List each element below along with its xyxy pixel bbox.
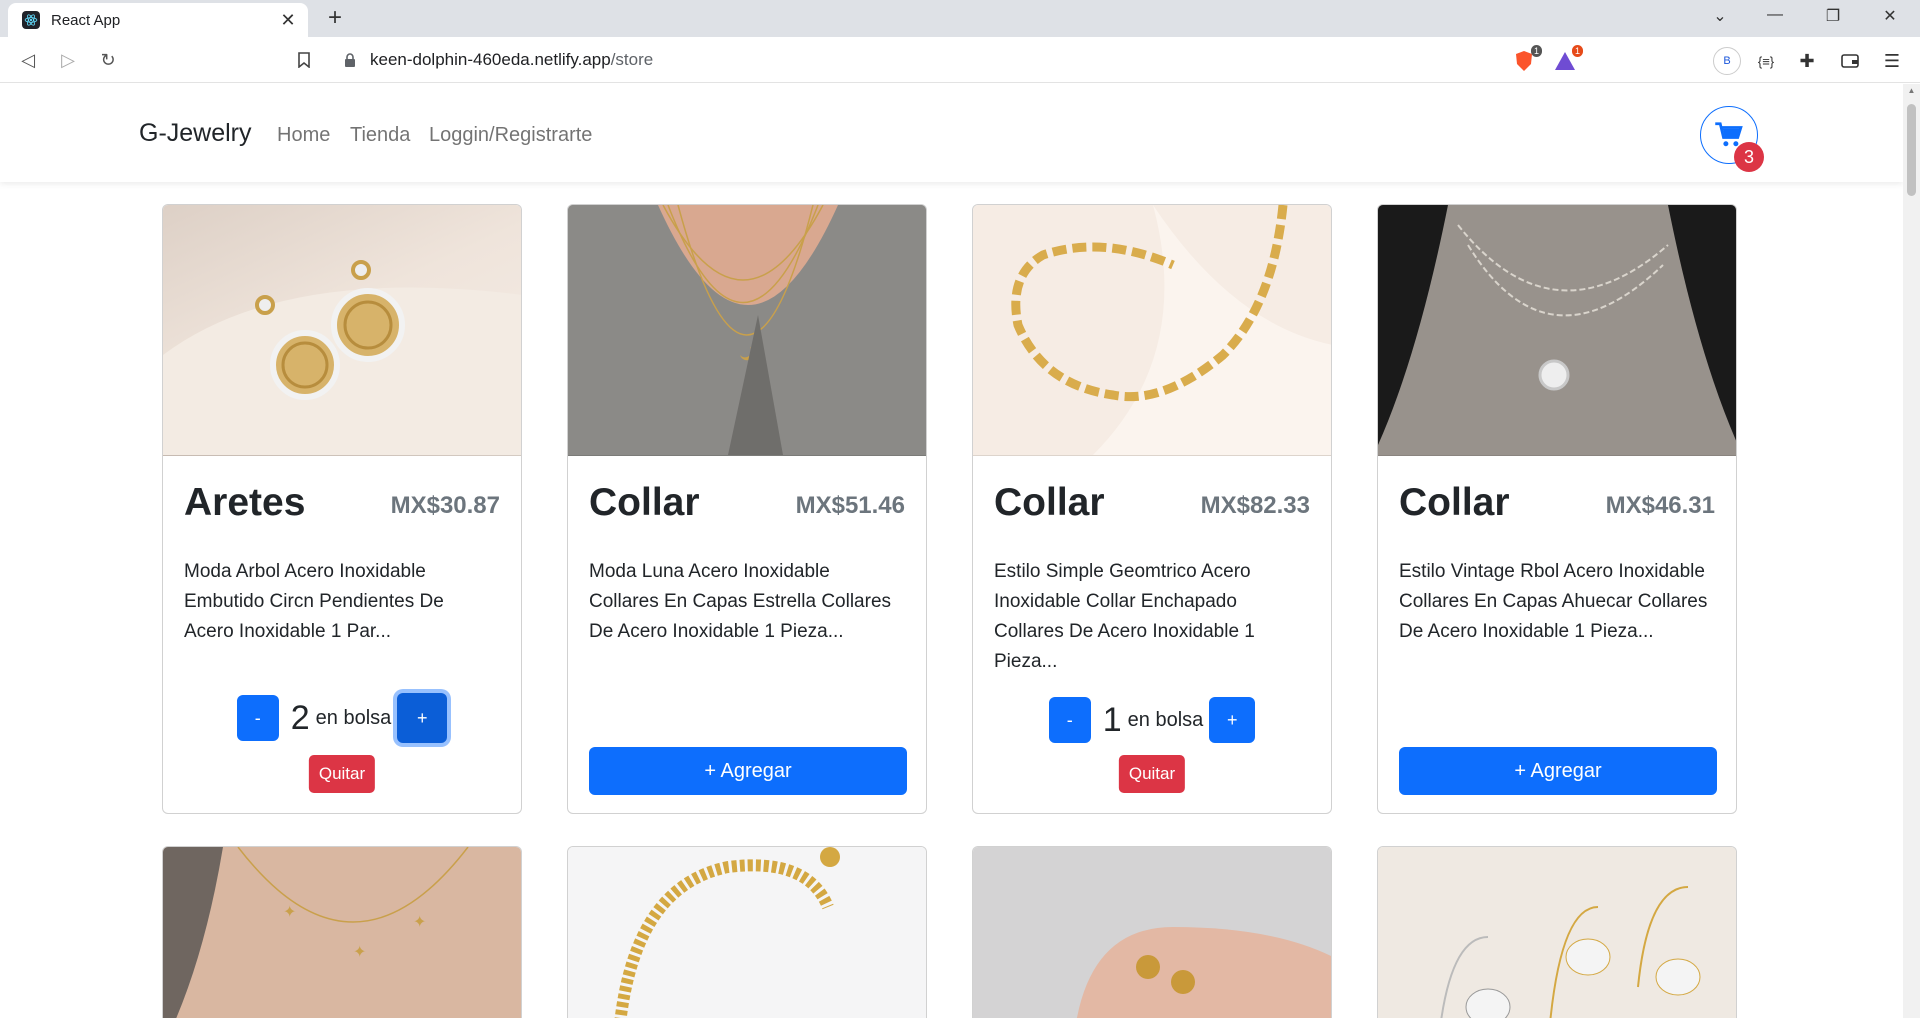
add-to-bag-button[interactable]: + Agregar: [1399, 747, 1717, 795]
product-card: Collar MX$51.46 Moda Luna Acero Inoxidab…: [567, 204, 927, 814]
product-image-moon-necklace[interactable]: [568, 205, 926, 456]
product-name: Collar: [994, 481, 1105, 524]
product-card: Aretes MX$30.87 Moda Arbol Acero Inoxida…: [162, 204, 522, 814]
quantity-value: 2: [290, 698, 310, 737]
product-price: MX$51.46: [795, 492, 905, 519]
product-card: Collar MX$82.33 Estilo Simple Geomtrico …: [972, 204, 1332, 814]
remove-button[interactable]: Quitar: [1118, 755, 1186, 793]
brand-logo[interactable]: G-Jewelry: [139, 119, 252, 148]
in-bag-label: en bolsa: [315, 706, 392, 729]
in-bag-label: en bolsa: [1127, 708, 1204, 731]
new-tab-icon[interactable]: +: [320, 4, 350, 32]
increase-quantity-button[interactable]: +: [1209, 697, 1256, 743]
product-card: [567, 846, 927, 1018]
minimize-icon[interactable]: —: [1755, 6, 1795, 24]
tab-search-icon[interactable]: ⌄: [1700, 6, 1740, 26]
product-image-earrings[interactable]: [163, 205, 521, 456]
increase-quantity-button[interactable]: +: [397, 693, 448, 743]
browser-tab-bar: React App ✕ + ⌄ — ❐ ✕: [0, 0, 1920, 37]
browser-toolbar: ◁ ▷ ↻ keen-dolphin-460eda.netlify.app/st…: [0, 37, 1920, 83]
quantity-value: 1: [1102, 700, 1122, 739]
decrease-quantity-button[interactable]: -: [1048, 697, 1091, 743]
close-tab-icon[interactable]: ✕: [278, 10, 298, 31]
product-image-tree-necklace[interactable]: [1378, 205, 1736, 456]
store-page: G-Jewelry Home Tienda Loggin/Registrarte…: [0, 84, 1903, 1018]
extension-code-icon[interactable]: {≡}: [1754, 49, 1778, 73]
restore-icon[interactable]: ❐: [1813, 6, 1853, 26]
product-price: MX$82.33: [1200, 492, 1310, 519]
quantity-controls: - 2 en bolsa +: [163, 693, 521, 743]
site-navbar: G-Jewelry Home Tienda Loggin/Registrarte…: [0, 84, 1903, 182]
product-name: Collar: [1399, 481, 1510, 524]
svg-text:✦: ✦: [413, 914, 426, 931]
decrease-quantity-button[interactable]: -: [236, 695, 279, 741]
nav-link-home[interactable]: Home: [277, 124, 330, 147]
profile-avatar[interactable]: B: [1713, 47, 1741, 75]
quantity-controls: - 1 en bolsa +: [973, 695, 1331, 745]
react-logo-icon: [22, 11, 40, 29]
scroll-up-icon[interactable]: ▲: [1903, 86, 1920, 95]
reload-icon[interactable]: ↻: [94, 46, 122, 74]
nav-link-login[interactable]: Loggin/Registrarte: [429, 124, 592, 147]
menu-icon[interactable]: ☰: [1880, 49, 1904, 73]
remove-button[interactable]: Quitar: [308, 755, 376, 793]
product-card: Collar MX$46.31 Estilo Vintage Rbol Acer…: [1377, 204, 1737, 814]
brave-shield-icon[interactable]: 1: [1512, 45, 1542, 73]
add-to-bag-button[interactable]: + Agregar: [589, 747, 907, 795]
close-window-icon[interactable]: ✕: [1870, 6, 1910, 26]
product-image-dragonfly-necklace[interactable]: ✦ ✦ ✦: [163, 847, 521, 1018]
address-bar[interactable]: keen-dolphin-460eda.netlify.app/store: [330, 43, 1590, 77]
product-card: [1377, 846, 1737, 1018]
brave-rewards-icon[interactable]: 1: [1553, 45, 1583, 73]
nav-link-tienda[interactable]: Tienda: [350, 124, 410, 147]
product-image-chain-necklace[interactable]: [973, 205, 1331, 456]
product-name: Collar: [589, 481, 700, 524]
product-price: MX$46.31: [1605, 492, 1715, 519]
svg-text:✦: ✦: [283, 904, 296, 921]
forward-icon[interactable]: ▷: [54, 46, 82, 74]
wallet-icon[interactable]: [1838, 49, 1862, 73]
url-text: keen-dolphin-460eda.netlify.app/store: [370, 50, 654, 69]
svg-text:✦: ✦: [353, 944, 366, 961]
tab-title: React App: [51, 11, 121, 29]
extensions-puzzle-icon[interactable]: ✚: [1795, 49, 1819, 73]
product-image-ball-earrings[interactable]: [973, 847, 1331, 1018]
product-price: MX$30.87: [390, 492, 500, 519]
product-name: Aretes: [184, 481, 306, 524]
bookmark-icon[interactable]: [290, 46, 318, 74]
product-image-hamsa-earrings[interactable]: [1378, 847, 1736, 1018]
scrollbar-thumb[interactable]: [1907, 104, 1916, 196]
product-description: Estilo Simple Geomtrico Acero Inoxidable…: [994, 561, 1255, 672]
product-image-gold-bracelet[interactable]: [568, 847, 926, 1018]
cart-count-badge: 3: [1734, 142, 1764, 172]
page-scrollbar[interactable]: ▲: [1903, 84, 1920, 1018]
product-card: [972, 846, 1332, 1018]
back-icon[interactable]: ◁: [14, 46, 42, 74]
browser-tab[interactable]: React App ✕: [8, 3, 308, 37]
product-description: Moda Luna Acero Inoxidable Collares En C…: [589, 561, 892, 642]
product-description: Moda Arbol Acero Inoxidable Embutido Cir…: [184, 561, 444, 642]
product-card: ✦ ✦ ✦: [162, 846, 522, 1018]
product-description: Estilo Vintage Rbol Acero Inoxidable Col…: [1399, 561, 1708, 642]
lock-icon: [345, 53, 355, 67]
